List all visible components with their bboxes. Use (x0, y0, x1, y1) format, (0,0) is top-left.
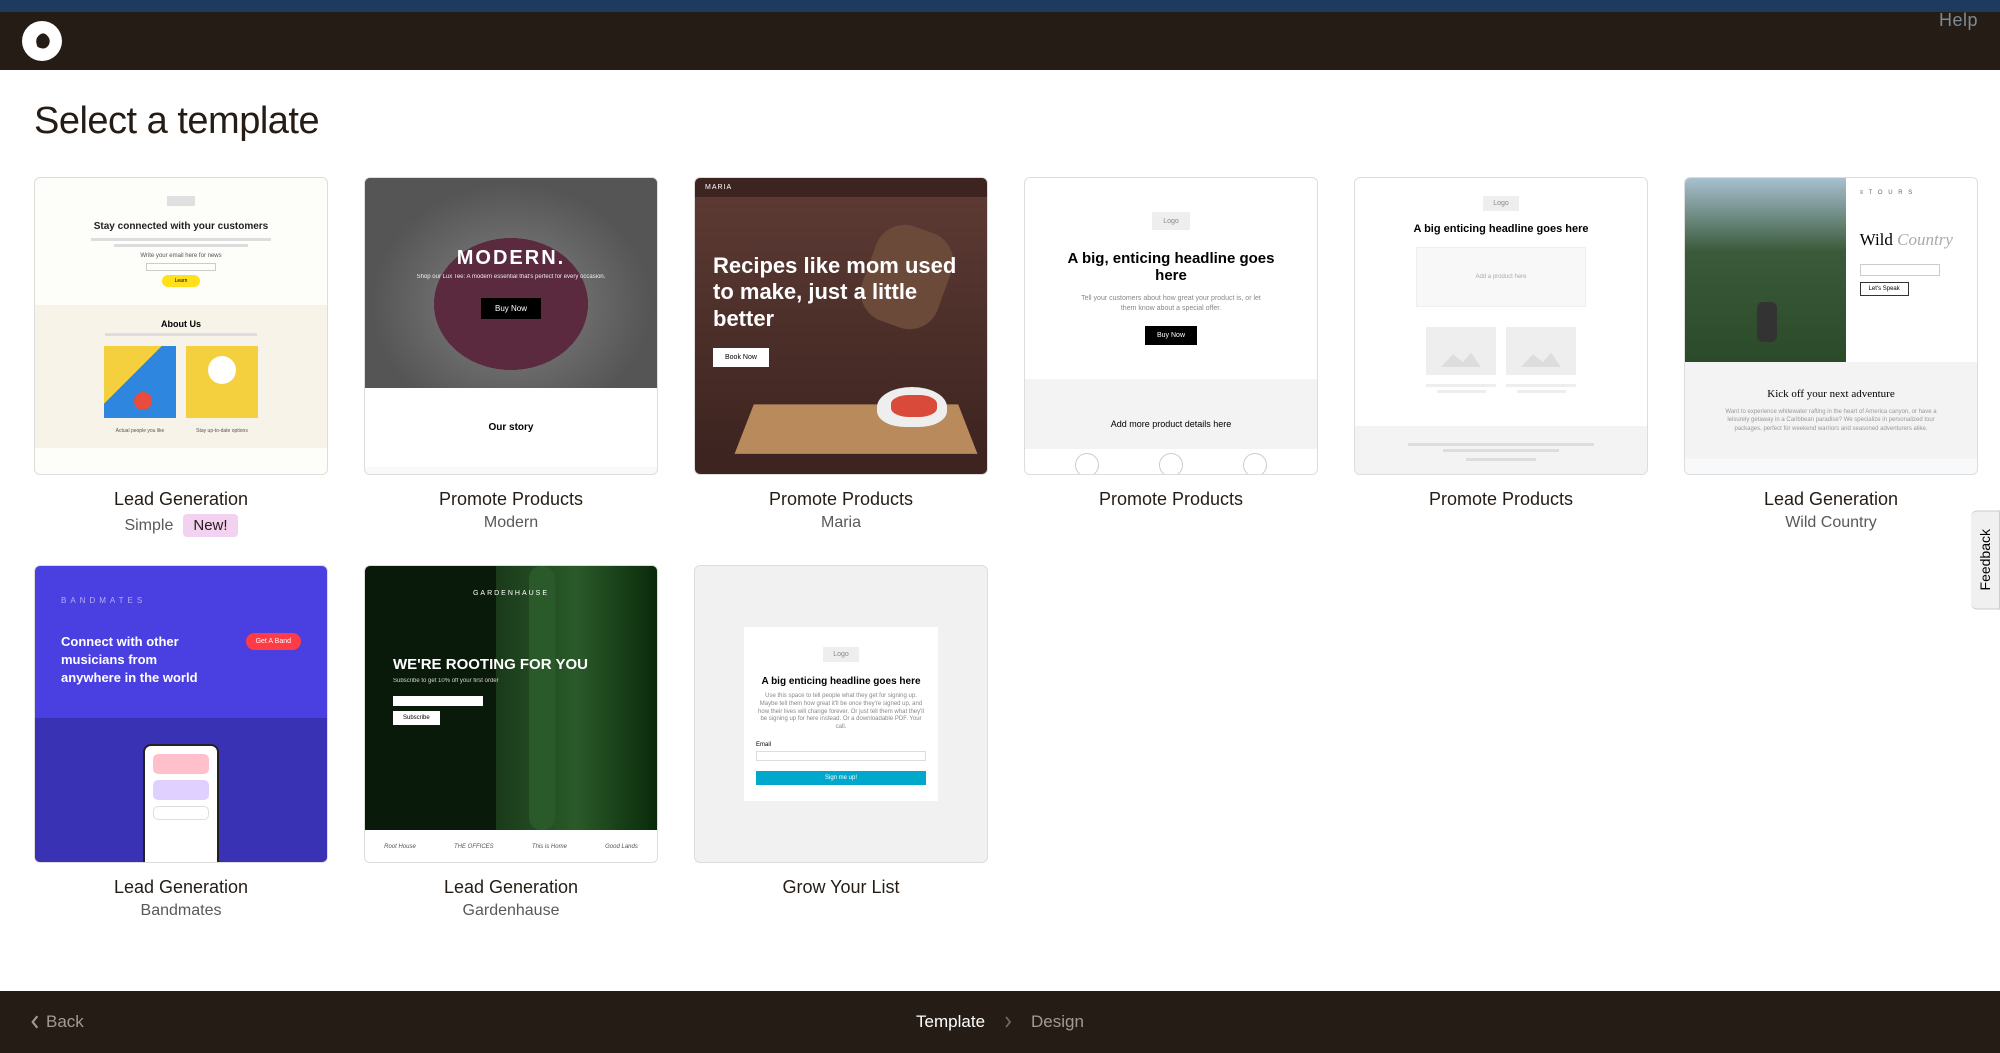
template-card-modern[interactable]: MODERN. Shop our Lux Tee: A modern essen… (364, 177, 658, 537)
feedback-tab[interactable]: Feedback (1971, 510, 2000, 609)
template-category: Promote Products (439, 489, 583, 510)
new-badge: New! (183, 514, 237, 537)
app-header: Help (0, 12, 2000, 70)
freddie-icon (28, 27, 56, 55)
template-subtitle: Wild Country (1785, 514, 1877, 532)
template-category: Lead Generation (114, 877, 248, 898)
preview-logo-placeholder: Logo (1152, 212, 1190, 230)
help-link[interactable]: Help (1939, 10, 1978, 31)
preview-brand: BANDMATES (61, 596, 301, 605)
preview-product-box: Add a product here (1416, 247, 1586, 307)
preview-headline: A big enticing headline goes here (756, 676, 926, 687)
template-preview: MODERN. Shop our Lux Tee: A modern essen… (364, 177, 658, 475)
preview-logo-placeholder: Logo (823, 647, 859, 662)
preview-brand: GARDENHAUSE (365, 590, 657, 597)
template-grid: Stay connected with your customers Write… (34, 177, 1966, 920)
preview-tagline: Shop our Lux Tee: A modern essential tha… (417, 274, 606, 280)
preview-headline: WE'RE ROOTING FOR YOU (393, 656, 588, 674)
preview-logo-strip: Root HouseTHE OFFICESThis is HomeGood La… (365, 830, 657, 863)
preview-headline: Kick off your next adventure (1715, 388, 1947, 400)
preview-cta: Buy Now (481, 298, 541, 319)
preview-section: Our story (365, 388, 657, 467)
preview-desc: Want to experience whitewater rafting in… (1715, 408, 1947, 433)
step-template[interactable]: Template (916, 1012, 985, 1032)
preview-cta: Subscribe (393, 711, 440, 725)
template-preview: GARDENHAUSE WE'RE ROOTING FOR YOU Subscr… (364, 565, 658, 863)
preview-desc: Use this space to tell people what they … (756, 693, 926, 732)
preview-cta: Sign me up! (756, 771, 926, 785)
template-category: Lead Generation (1764, 489, 1898, 510)
preview-cta: Buy Now (1145, 326, 1197, 345)
mailchimp-logo[interactable] (22, 21, 62, 61)
template-category: Grow Your List (782, 877, 899, 898)
template-subtitle: Gardenhause (463, 902, 560, 920)
template-category: Promote Products (1429, 489, 1573, 510)
preview-headline: A big, enticing headline goes here (1055, 250, 1287, 284)
preview-cta: Book Now (713, 348, 769, 367)
preview-desc: Tell your customers about how great your… (1079, 294, 1263, 314)
template-category: Promote Products (1099, 489, 1243, 510)
preview-sub: Subscribe to get 10% off your first orde… (393, 678, 588, 684)
wizard-steps: Template Design (916, 1012, 1084, 1032)
template-category: Lead Generation (114, 489, 248, 510)
template-preview: Logo A big enticing headline goes here U… (694, 565, 988, 863)
preview-section: Add more product details here (1025, 379, 1317, 449)
preview-headline: Stay connected with your customers (69, 221, 293, 232)
template-card-simple[interactable]: Stay connected with your customers Write… (34, 177, 328, 537)
template-preview: BANDMATES Connect with other musicians f… (34, 565, 328, 863)
template-preview: Logo A big, enticing headline goes here … (1024, 177, 1318, 475)
chevron-left-icon (30, 1015, 40, 1029)
template-card-wild-country[interactable]: ≡ T O U R S Wild Country Let's Speak Kic… (1684, 177, 1978, 537)
template-category: Promote Products (769, 489, 913, 510)
preview-headline: Connect with other musicians from anywhe… (61, 633, 205, 688)
template-preview: Stay connected with your customers Write… (34, 177, 328, 475)
preview-cta: Get A Band (246, 633, 301, 650)
template-subtitle: Bandmates (141, 902, 222, 920)
preview-logo-placeholder: Logo (1483, 196, 1519, 211)
preview-headline: A big enticing headline goes here (1375, 223, 1627, 235)
preview-brand: MODERN. (417, 247, 606, 270)
back-button[interactable]: Back (30, 1012, 84, 1032)
preview-label: Email (756, 742, 926, 748)
template-subtitle: Simple New! (124, 514, 237, 537)
wizard-footer: Back Template Design (0, 991, 2000, 1053)
template-card-grow-list[interactable]: Logo A big enticing headline goes here U… (694, 565, 988, 920)
step-design[interactable]: Design (1031, 1012, 1084, 1032)
template-preview: MARIA Recipes like mom used to make, jus… (694, 177, 988, 475)
template-card-maria[interactable]: MARIA Recipes like mom used to make, jus… (694, 177, 988, 537)
template-subtitle: Maria (821, 514, 861, 532)
chevron-right-icon (1003, 1016, 1013, 1028)
top-accent-bar (0, 0, 2000, 12)
template-card-bandmates[interactable]: BANDMATES Connect with other musicians f… (34, 565, 328, 920)
main-content: Select a template Stay connected with yo… (0, 70, 2000, 1040)
preview-brand: MARIA (695, 178, 987, 197)
preview-subhead: About Us (55, 319, 307, 329)
template-card-gardenhause[interactable]: GARDENHAUSE WE'RE ROOTING FOR YOU Subscr… (364, 565, 658, 920)
preview-headline: Recipes like mom used to make, just a li… (713, 253, 969, 332)
template-category: Lead Generation (444, 877, 578, 898)
template-preview: ≡ T O U R S Wild Country Let's Speak Kic… (1684, 177, 1978, 475)
template-preview: Logo A big enticing headline goes here A… (1354, 177, 1648, 475)
template-card-promote-b[interactable]: Logo A big enticing headline goes here A… (1354, 177, 1648, 537)
template-subtitle: Modern (484, 514, 538, 532)
preview-brand: Wild Country (1860, 230, 1963, 250)
preview-cta: Let's Speak (1860, 282, 1909, 296)
preview-nav: ≡ T O U R S (1860, 190, 1963, 196)
template-card-promote-a[interactable]: Logo A big, enticing headline goes here … (1024, 177, 1318, 537)
page-title: Select a template (34, 100, 1966, 143)
